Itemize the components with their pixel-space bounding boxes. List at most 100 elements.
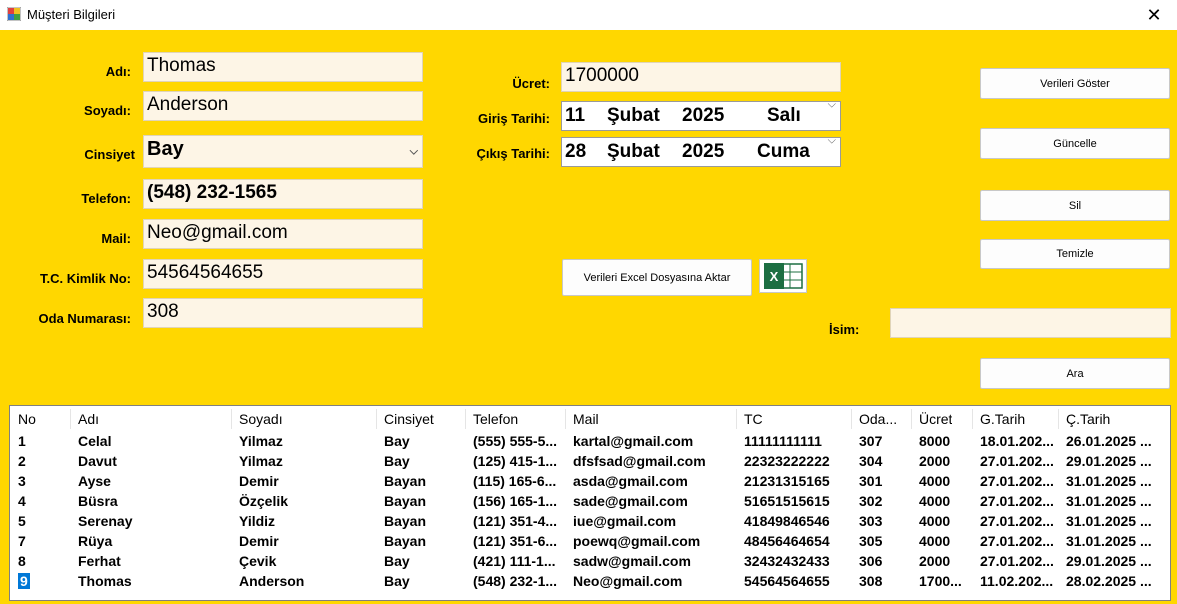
column-header[interactable]: Cinsiyet [384, 411, 434, 427]
excel-export-button[interactable]: Verileri Excel Dosyasına Aktar [562, 259, 752, 296]
table-cell[interactable]: 27.01.202... [980, 473, 1056, 489]
table-cell[interactable]: 8 [18, 553, 68, 569]
cinsiyet-select[interactable]: Bay ⌵ [143, 135, 423, 168]
table-cell[interactable]: 31.01.2025 ... [1066, 493, 1166, 509]
table-cell[interactable]: 3 [18, 473, 68, 489]
table-cell[interactable]: Bayan [384, 493, 469, 509]
table-cell[interactable]: Çevik [239, 553, 374, 569]
table-cell[interactable]: Büsra [78, 493, 228, 509]
table-row[interactable]: 8 Ferhat Çevik Bay (421) 111-1... sadw@gmail.… [10, 551, 1170, 571]
chevron-down-icon[interactable]: ⌵ [828, 99, 836, 112]
table-cell[interactable]: 29.01.2025 ... [1066, 553, 1166, 569]
table-cell[interactable]: Yildiz [239, 513, 374, 529]
table-cell[interactable]: 4000 [919, 493, 969, 509]
chevron-down-icon[interactable]: ⌵ [410, 145, 418, 158]
ara-button[interactable]: Ara [980, 358, 1170, 389]
table-cell[interactable]: kartal@gmail.com [573, 433, 733, 449]
column-header[interactable]: No [18, 411, 36, 427]
table-cell[interactable]: 5 [18, 513, 68, 529]
table-cell[interactable]: 31.01.2025 ... [1066, 533, 1166, 549]
table-cell[interactable]: (115) 165-6... [473, 473, 561, 489]
column-header[interactable]: Oda... [859, 411, 907, 427]
table-cell[interactable]: 306 [859, 553, 907, 569]
table-cell[interactable]: (156) 165-1... [473, 493, 561, 509]
table-row[interactable]: 7 Rüya Demir Bayan (121) 351-6... poewq@gmail… [10, 531, 1170, 551]
table-cell[interactable]: 11111111111 [744, 433, 849, 449]
column-header[interactable]: Telefon [473, 411, 518, 427]
table-cell[interactable]: 27.01.202... [980, 493, 1056, 509]
column-header[interactable]: G.Tarih [980, 411, 1025, 427]
table-cell[interactable]: 48456464654 [744, 533, 849, 549]
table-cell[interactable]: dfsfsad@gmail.com [573, 453, 733, 469]
table-cell[interactable]: Ferhat [78, 553, 228, 569]
excel-icon-button[interactable]: X [759, 259, 807, 293]
table-cell[interactable]: 29.01.2025 ... [1066, 453, 1166, 469]
table-cell[interactable]: 4000 [919, 473, 969, 489]
table-row[interactable]: 3 Ayse Demir Bayan (115) 165-6... asda@gmail.… [10, 471, 1170, 491]
column-header[interactable]: Ücret [919, 411, 952, 427]
table-cell[interactable]: Yilmaz [239, 453, 374, 469]
table-cell[interactable]: (121) 351-6... [473, 533, 561, 549]
cikis-date-picker[interactable]: 28 Şubat 2025 Cuma ⌵ [561, 135, 841, 167]
table-cell[interactable]: Rüya [78, 533, 228, 549]
goster-button[interactable]: Verileri Göster [980, 68, 1170, 99]
tc-field[interactable]: 54564564655 [143, 259, 423, 289]
table-row[interactable]: 1 Celal Yilmaz Bay (555) 555-5... kartal@gmai… [10, 431, 1170, 451]
ad-field[interactable]: Thomas [143, 52, 423, 82]
table-cell[interactable]: poewq@gmail.com [573, 533, 733, 549]
table-cell[interactable]: Anderson [239, 573, 374, 589]
table-cell[interactable]: (125) 415-1... [473, 453, 561, 469]
soyad-field[interactable]: Anderson [143, 91, 423, 121]
table-cell[interactable]: 307 [859, 433, 907, 449]
table-cell[interactable]: Özçelik [239, 493, 374, 509]
table-cell[interactable]: 2000 [919, 553, 969, 569]
mail-field[interactable]: Neo@gmail.com [143, 219, 423, 249]
table-cell[interactable]: 27.01.202... [980, 553, 1056, 569]
oda-field[interactable]: 308 [143, 298, 423, 328]
table-cell[interactable]: 18.01.202... [980, 433, 1056, 449]
table-cell[interactable]: asda@gmail.com [573, 473, 733, 489]
table-cell[interactable]: 302 [859, 493, 907, 509]
table-cell[interactable]: 31.01.2025 ... [1066, 513, 1166, 529]
table-cell[interactable]: 304 [859, 453, 907, 469]
table-cell[interactable]: Bay [384, 433, 469, 449]
table-cell[interactable]: 41849846546 [744, 513, 849, 529]
table-cell[interactable]: Bayan [384, 513, 469, 529]
table-cell[interactable]: 4000 [919, 513, 969, 529]
table-cell[interactable]: Bayan [384, 533, 469, 549]
table-cell[interactable]: Yilmaz [239, 433, 374, 449]
table-cell[interactable]: Bay [384, 553, 469, 569]
sil-button[interactable]: Sil [980, 190, 1170, 221]
ucret-field[interactable]: 1700000 [561, 62, 841, 92]
temizle-button[interactable]: Temizle [980, 239, 1170, 269]
table-row[interactable]: 4 Büsra Özçelik Bayan (156) 165-1... sade@gma… [10, 491, 1170, 511]
table-cell[interactable]: 4 [18, 493, 68, 509]
table-row[interactable]: 9 Thomas Anderson Bay (548) 232-1... Neo@gmai… [10, 571, 1170, 591]
table-cell[interactable]: 11.02.202... [980, 573, 1056, 589]
table-cell[interactable]: 8000 [919, 433, 969, 449]
table-row[interactable]: 2 Davut Yilmaz Bay (125) 415-1... dfsfsad@gma… [10, 451, 1170, 471]
table-cell[interactable]: 32432432433 [744, 553, 849, 569]
column-header[interactable]: TC [744, 411, 763, 427]
table-cell[interactable]: Neo@gmail.com [573, 573, 733, 589]
table-cell[interactable]: Demir [239, 473, 374, 489]
table-cell[interactable]: (421) 111-1... [473, 553, 561, 569]
chevron-down-icon[interactable]: ⌵ [828, 135, 836, 148]
guncelle-button[interactable]: Güncelle [980, 128, 1170, 159]
table-cell[interactable]: Celal [78, 433, 228, 449]
column-header[interactable]: Soyadı [239, 411, 283, 427]
column-header[interactable]: Adı [78, 411, 99, 427]
table-cell[interactable]: 2 [18, 453, 68, 469]
table-cell[interactable]: 27.01.202... [980, 513, 1056, 529]
table-cell[interactable]: (548) 232-1... [473, 573, 561, 589]
table-cell[interactable]: 27.01.202... [980, 453, 1056, 469]
table-cell[interactable]: 1 [18, 433, 68, 449]
table-cell[interactable]: 21231315165 [744, 473, 849, 489]
table-cell[interactable]: Thomas [78, 573, 228, 589]
table-cell[interactable]: sade@gmail.com [573, 493, 733, 509]
table-cell[interactable]: Bayan [384, 473, 469, 489]
table-cell[interactable]: 301 [859, 473, 907, 489]
table-cell[interactable]: sadw@gmail.com [573, 553, 733, 569]
isim-search-field[interactable] [890, 308, 1171, 338]
table-cell[interactable]: iue@gmail.com [573, 513, 733, 529]
